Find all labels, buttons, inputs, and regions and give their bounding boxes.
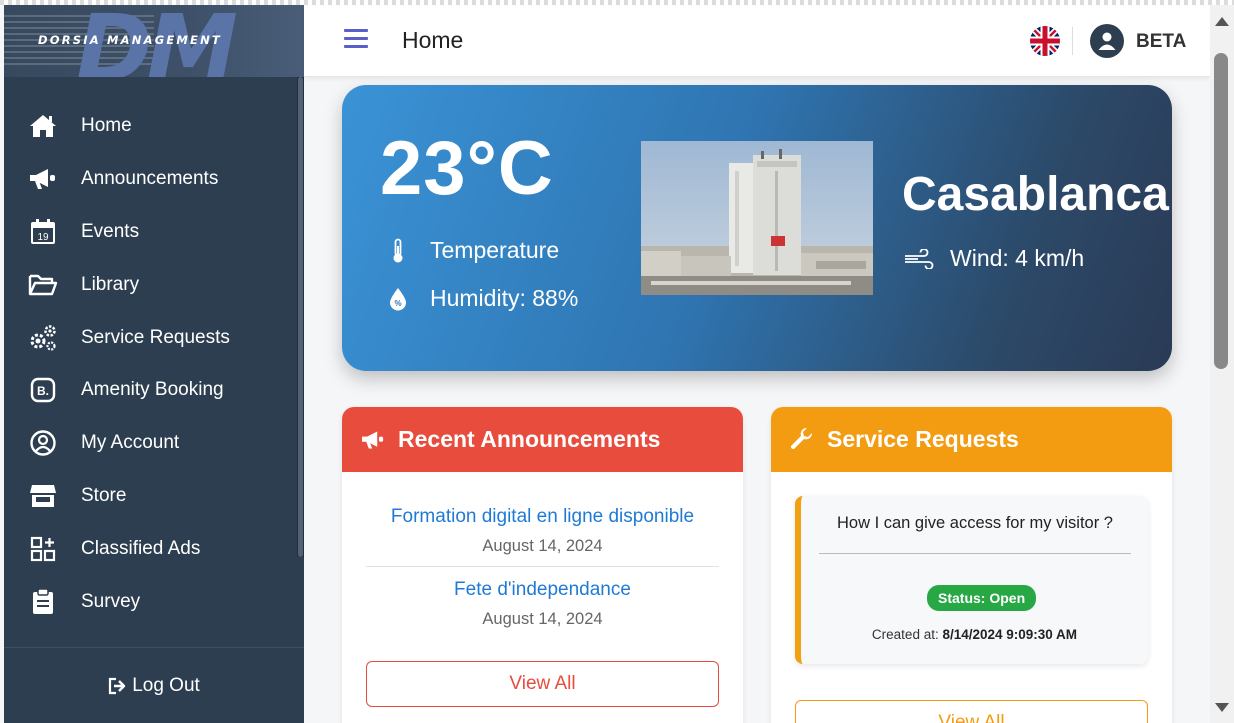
home-icon	[28, 111, 58, 141]
sidebar-item-survey[interactable]: Survey	[4, 575, 296, 628]
svg-text:B.: B.	[37, 384, 49, 398]
list-item: Fete d'independance August 14, 2024	[366, 567, 719, 639]
service-requests-card-title: Service Requests	[827, 426, 1019, 452]
scroll-down-arrow-icon[interactable]	[1215, 703, 1229, 712]
page-title: Home	[402, 27, 464, 53]
view-all-service-requests-button[interactable]: View All	[795, 700, 1148, 723]
humidity-drop-icon: %	[388, 287, 408, 311]
logout-label: Log Out	[132, 674, 200, 696]
sidebar-item-label: Events	[81, 220, 140, 242]
header-divider	[1072, 27, 1073, 55]
main-scrollbar[interactable]	[1210, 5, 1234, 723]
sidebar-scroll-thumb[interactable]	[298, 77, 303, 557]
announcements-card-header: Recent Announcements	[342, 407, 743, 472]
service-requests-card-header: Service Requests	[771, 407, 1172, 472]
sidebar-item-label: My Account	[81, 432, 180, 454]
sidebar-item-library[interactable]: Library	[4, 258, 296, 311]
humidity-value: Humidity: 88%	[430, 285, 579, 311]
sidebar-item-label: Classified Ads	[81, 537, 201, 559]
sidebar-item-label: Amenity Booking	[81, 379, 224, 401]
announcement-link[interactable]: Fete d'independance	[366, 579, 719, 601]
logout-button[interactable]: Log Out	[108, 675, 200, 697]
recent-announcements-card: Recent Announcements Formation digital e…	[342, 407, 743, 723]
sidebar-item-label: Library	[81, 273, 140, 295]
logo-text: DORSIA MANAGEMENT	[38, 33, 222, 47]
top-header: Home BETA	[304, 5, 1210, 77]
announcements-card-title: Recent Announcements	[398, 426, 661, 452]
brand-logo[interactable]: DM DORSIA MANAGEMENT	[4, 5, 304, 77]
sidebar-scrollbar[interactable]	[297, 77, 304, 557]
svg-text:%: %	[394, 299, 401, 308]
megaphone-icon	[28, 164, 58, 194]
wind-row: Wind: 4 km/h	[904, 245, 1084, 272]
sidebar-item-label: Announcements	[81, 168, 219, 190]
folder-open-icon	[28, 270, 58, 300]
weather-card: 23°C Temperature % Humidity: 88% Casabla…	[342, 85, 1172, 371]
sidebar: DM DORSIA MANAGEMENT Home Announcements …	[4, 5, 304, 723]
sidebar-nav: Home Announcements 19 Events Library Ser…	[4, 100, 296, 628]
calendar-icon: 19	[28, 217, 58, 247]
svg-text:19: 19	[37, 232, 49, 243]
sidebar-item-my-account[interactable]: My Account	[4, 417, 296, 470]
thermometer-icon	[388, 238, 408, 264]
status-badge: Status: Open	[927, 585, 1037, 611]
sidebar-item-store[interactable]: Store	[4, 470, 296, 523]
announcements-list: Formation digital en ligne disponible Au…	[342, 472, 743, 639]
list-item: Formation digital en ligne disponible Au…	[366, 472, 719, 567]
sidebar-item-classified-ads[interactable]: Classified Ads	[4, 522, 296, 575]
megaphone-icon	[360, 429, 386, 451]
hamburger-menu-icon[interactable]	[344, 29, 368, 51]
sidebar-item-amenity-booking[interactable]: B. Amenity Booking	[4, 364, 296, 417]
view-all-announcements-button[interactable]: View All	[366, 661, 719, 707]
temperature-row: Temperature	[388, 237, 559, 264]
created-label: Created at:	[871, 627, 943, 642]
service-request-item[interactable]: How I can give access for my visitor ? S…	[795, 496, 1148, 664]
city-photo	[641, 141, 873, 295]
wind-icon	[904, 248, 934, 269]
user-circle-icon	[28, 428, 58, 458]
city-name: Casablanca	[902, 168, 1169, 221]
sidebar-item-service-requests[interactable]: Service Requests	[4, 311, 296, 364]
clipboard-icon	[28, 587, 58, 617]
main-scroll-thumb[interactable]	[1214, 53, 1228, 369]
temperature-value: 23°C	[380, 126, 554, 211]
uk-flag-icon[interactable]	[1030, 26, 1060, 56]
sidebar-item-announcements[interactable]: Announcements	[4, 153, 296, 206]
announcement-date: August 14, 2024	[482, 537, 603, 555]
user-name[interactable]: BETA	[1136, 31, 1186, 53]
sidebar-item-label: Store	[81, 484, 127, 506]
created-at-value: 8/14/2024 9:09:30 AM	[942, 627, 1078, 642]
service-request-created: Created at: 8/14/2024 9:09:30 AM	[801, 627, 1148, 642]
sidebar-item-home[interactable]: Home	[4, 100, 296, 153]
announcement-link[interactable]: Formation digital en ligne disponible	[366, 506, 719, 528]
sidebar-item-label: Service Requests	[81, 326, 230, 348]
logout-area: Log Out	[4, 647, 304, 723]
wrench-icon	[789, 427, 815, 453]
wind-value: Wind: 4 km/h	[950, 245, 1085, 271]
service-requests-card: Service Requests How I can give access f…	[771, 407, 1172, 723]
sidebar-item-events[interactable]: 19 Events	[4, 206, 296, 259]
grid-plus-icon	[28, 534, 58, 564]
booking-icon: B.	[28, 375, 58, 405]
user-avatar-icon[interactable]	[1090, 24, 1124, 58]
sidebar-item-label: Survey	[81, 590, 141, 612]
temperature-label: Temperature	[430, 237, 560, 263]
service-request-title[interactable]: How I can give access for my visitor ?	[819, 514, 1131, 554]
humidity-row: % Humidity: 88%	[388, 285, 578, 312]
scroll-up-arrow-icon[interactable]	[1215, 17, 1229, 26]
gears-icon	[28, 323, 58, 353]
sign-out-icon	[108, 677, 128, 695]
sidebar-item-label: Home	[81, 115, 132, 137]
announcement-date: August 14, 2024	[482, 610, 603, 628]
store-icon	[28, 481, 58, 511]
